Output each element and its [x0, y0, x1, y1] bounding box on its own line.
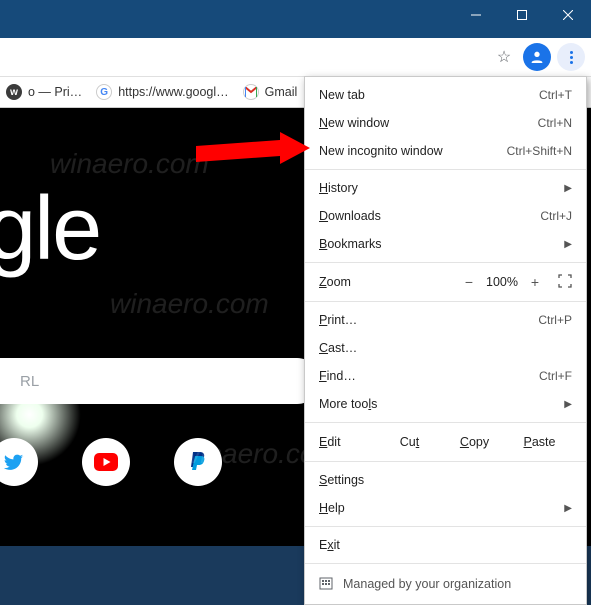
- chrome-menu-button[interactable]: [557, 43, 585, 71]
- toolbar: ☆: [0, 38, 591, 76]
- menu-more-tools[interactable]: More tools ▶: [305, 390, 586, 418]
- shortcut-twitter[interactable]: [0, 438, 38, 486]
- menu-separator: [305, 563, 586, 564]
- watermark: winaero.com: [50, 148, 209, 180]
- menu-zoom-row: Zoom − 100% +: [305, 267, 586, 297]
- menu-shortcut: Ctrl+J: [540, 209, 572, 223]
- minimize-button[interactable]: [453, 0, 499, 30]
- menu-label: Settings: [319, 473, 572, 487]
- chevron-right-icon: ▶: [564, 239, 572, 250]
- menu-shortcut: Ctrl+Shift+N: [507, 144, 572, 158]
- menu-label: More tools: [319, 397, 558, 411]
- menu-label: Zoom: [319, 275, 458, 289]
- menu-separator: [305, 461, 586, 462]
- menu-label: New tab: [319, 88, 539, 102]
- menu-print[interactable]: Print… Ctrl+P: [305, 306, 586, 334]
- menu-label: Cast…: [319, 341, 572, 355]
- menu-new-window[interactable]: New window Ctrl+N: [305, 109, 586, 137]
- paste-button[interactable]: Paste: [507, 435, 572, 449]
- bookmark-label: o — Pri…: [28, 85, 82, 99]
- gmail-icon: [243, 84, 259, 100]
- menu-separator: [305, 169, 586, 170]
- menu-settings[interactable]: Settings: [305, 466, 586, 494]
- menu-separator: [305, 422, 586, 423]
- menu-new-incognito-window[interactable]: New incognito window Ctrl+Shift+N: [305, 137, 586, 165]
- menu-label: Find…: [319, 369, 539, 383]
- maximize-button[interactable]: [499, 0, 545, 30]
- menu-history[interactable]: History ▶: [305, 174, 586, 202]
- chevron-right-icon: ▶: [564, 183, 572, 194]
- shortcut-paypal[interactable]: [174, 438, 222, 486]
- chevron-right-icon: ▶: [564, 503, 572, 514]
- bookmark-label: https://www.googl…: [118, 85, 228, 99]
- menu-label: History: [319, 181, 558, 195]
- menu-edit-row: Edit Cut Copy Paste: [305, 427, 586, 457]
- organization-icon: [319, 576, 333, 593]
- menu-bookmarks[interactable]: Bookmarks ▶: [305, 230, 586, 258]
- shortcut-youtube[interactable]: [82, 438, 130, 486]
- menu-shortcut: Ctrl+N: [538, 116, 572, 130]
- menu-label: Edit: [319, 435, 377, 449]
- menu-help[interactable]: Help ▶: [305, 494, 586, 522]
- menu-separator: [305, 301, 586, 302]
- window-titlebar: [0, 0, 591, 38]
- managed-label: Managed by your organization: [343, 577, 511, 591]
- bookmark-star-icon[interactable]: ☆: [489, 42, 519, 72]
- chrome-menu: New tab Ctrl+T New window Ctrl+N New inc…: [304, 76, 587, 605]
- menu-exit[interactable]: Exit: [305, 531, 586, 559]
- menu-find[interactable]: Find… Ctrl+F: [305, 362, 586, 390]
- zoom-in-button[interactable]: +: [524, 274, 546, 290]
- close-button[interactable]: [545, 0, 591, 30]
- search-placeholder: RL: [20, 373, 39, 390]
- address-bar[interactable]: [0, 42, 489, 72]
- google-logo: oogle: [0, 178, 100, 281]
- bookmark-item-winaero[interactable]: w o — Pri…: [6, 84, 82, 100]
- menu-managed-notice[interactable]: Managed by your organization: [305, 568, 586, 600]
- menu-cast[interactable]: Cast…: [305, 334, 586, 362]
- menu-shortcut: Ctrl+T: [539, 88, 572, 102]
- zoom-value: 100%: [480, 275, 524, 289]
- menu-label: New window: [319, 116, 538, 130]
- google-search-input[interactable]: RL: [0, 358, 320, 404]
- bookmark-label: Gmail: [265, 85, 298, 99]
- menu-label: Exit: [319, 538, 572, 552]
- bookmark-item-google[interactable]: G https://www.googl…: [96, 84, 228, 100]
- copy-button[interactable]: Copy: [442, 435, 507, 449]
- cut-button[interactable]: Cut: [377, 435, 442, 449]
- shortcut-row: [0, 438, 222, 486]
- menu-separator: [305, 262, 586, 263]
- menu-new-tab[interactable]: New tab Ctrl+T: [305, 81, 586, 109]
- menu-label: Downloads: [319, 209, 540, 223]
- menu-label: Print…: [319, 313, 538, 327]
- watermark: winaero.com: [110, 288, 269, 320]
- menu-separator: [305, 526, 586, 527]
- fullscreen-icon[interactable]: [558, 274, 572, 291]
- menu-shortcut: Ctrl+P: [538, 313, 572, 327]
- menu-downloads[interactable]: Downloads Ctrl+J: [305, 202, 586, 230]
- menu-label: Bookmarks: [319, 237, 558, 251]
- chevron-right-icon: ▶: [564, 399, 572, 410]
- favicon-icon: G: [96, 84, 112, 100]
- menu-label: Help: [319, 501, 558, 515]
- menu-label: New incognito window: [319, 144, 507, 158]
- bookmark-item-gmail[interactable]: Gmail: [243, 84, 298, 100]
- favicon-icon: w: [6, 84, 22, 100]
- zoom-out-button[interactable]: −: [458, 274, 480, 290]
- menu-shortcut: Ctrl+F: [539, 369, 572, 383]
- profile-avatar-button[interactable]: [523, 43, 551, 71]
